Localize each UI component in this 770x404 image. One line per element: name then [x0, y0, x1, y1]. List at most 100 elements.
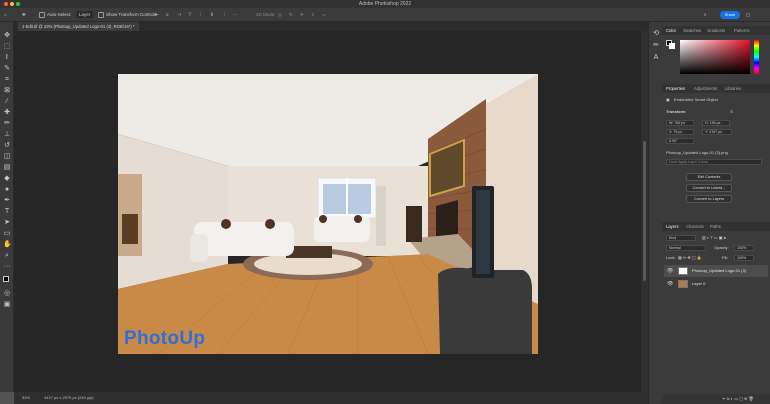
hand-tool-icon[interactable]: ✋ — [3, 241, 12, 249]
show-transform-checkbox[interactable] — [98, 12, 104, 18]
type-tool-icon[interactable]: T — [3, 208, 11, 216]
workspace-icon[interactable]: ▢ — [746, 11, 750, 18]
lasso-tool-icon[interactable]: ℓ — [3, 54, 11, 62]
3d-scale-icon[interactable]: ▭ — [322, 11, 326, 18]
history-brush-tool-icon[interactable]: ↺ — [3, 142, 11, 150]
3d-slide-icon[interactable]: ⇕ — [311, 11, 315, 18]
align-center-icon[interactable]: ≡ — [166, 11, 169, 18]
layer-row[interactable]: 👁 Photoup_Updated Logo-01 (3) — [664, 265, 768, 277]
frame-tool-icon[interactable]: ⊠ — [3, 87, 11, 95]
photoup-watermark[interactable]: PhotoUp — [124, 328, 205, 350]
zoom-tool-icon[interactable]: ⌕ — [3, 252, 11, 260]
rectangle-tool-icon[interactable]: ▭ — [3, 230, 11, 238]
tab-channels[interactable]: Channels — [686, 222, 704, 231]
visibility-eye-icon[interactable]: 👁 — [667, 268, 673, 274]
screen-mode-icon[interactable]: ▣ — [3, 301, 11, 309]
tab-gradients[interactable]: Gradients — [707, 26, 725, 35]
background-color-chip[interactable] — [669, 43, 675, 49]
blur-tool-icon[interactable]: ◆ — [3, 175, 11, 183]
tab-properties[interactable]: Properties — [666, 84, 685, 93]
align-left-icon[interactable]: ⊢ — [155, 11, 159, 18]
tab-patterns[interactable]: Patterns — [734, 26, 750, 35]
3d-roll-icon[interactable]: ↻ — [289, 11, 293, 18]
crop-tool-icon[interactable]: ⌗ — [3, 76, 11, 84]
path-select-tool-icon[interactable]: ➤ — [3, 219, 11, 227]
lock-label: Lock: — [666, 255, 676, 260]
tools-panel: ✥ ⬚ ℓ ✎ ⌗ ⊠ ⁄ ✚ ✏ ⊥ ↺ ◫ ▤ ◆ ● ✒ T ➤ ▭ ✋ … — [0, 22, 14, 392]
quick-mask-icon[interactable]: ◎ — [3, 290, 11, 298]
y-field[interactable]: Y: 2767 px — [702, 129, 732, 135]
distribute-vertical-icon[interactable]: ⫴ — [211, 11, 213, 18]
edit-contents-button[interactable]: Edit Contents — [686, 173, 732, 181]
eraser-tool-icon[interactable]: ◫ — [3, 153, 11, 161]
layer-name: Layer 0 — [692, 281, 706, 286]
zoom-level[interactable]: 33% — [22, 395, 30, 400]
title-bar: Adobe Photoshop 2022 — [0, 0, 770, 8]
tab-swatches[interactable]: Swatches — [683, 26, 701, 35]
document-image[interactable]: PhotoUp — [118, 74, 538, 354]
lock-icons[interactable]: ▦ ✏ ✥ ▢ 🔒 — [678, 255, 702, 261]
brush-settings-icon[interactable]: ✏ — [652, 42, 660, 50]
layer-row[interactable]: 👁 Layer 0 — [664, 278, 768, 290]
height-field[interactable]: H: 190 px — [702, 120, 730, 126]
layer-thumbnail — [678, 267, 688, 275]
character-icon[interactable]: A — [652, 54, 660, 62]
convert-to-layers-button[interactable]: Convert to Layers — [686, 195, 732, 203]
align-right-icon[interactable]: ⊣ — [177, 11, 181, 18]
layers-footer-icons[interactable]: ⚭ fx ◐ ▭ ▢ ⊕ 🗑 — [722, 396, 754, 402]
3d-pan-icon[interactable]: ✣ — [300, 11, 304, 18]
pen-tool-icon[interactable]: ✒ — [3, 197, 11, 205]
share-button[interactable]: Share — [720, 11, 740, 19]
properties-panel-tabs: Properties Adjustments Libraries — [662, 84, 770, 93]
brush-tool-icon[interactable]: ✏ — [3, 120, 11, 128]
angle-field[interactable]: 0.00° — [666, 138, 694, 144]
clone-stamp-tool-icon[interactable]: ⊥ — [3, 131, 11, 139]
fill-field[interactable]: 100% — [734, 255, 754, 261]
home-icon[interactable]: ⌂ — [4, 11, 7, 18]
dodge-tool-icon[interactable]: ● — [3, 186, 11, 194]
vertical-scroll-thumb[interactable] — [643, 141, 646, 281]
layer-comp-select[interactable]: Don't Apply Layer Comp — [666, 159, 762, 165]
auto-select-checkbox[interactable] — [39, 12, 45, 18]
distribute-horizontal-icon[interactable]: ⋮ — [222, 11, 227, 18]
tab-paths[interactable]: Paths — [710, 222, 721, 231]
right-panels: Color Swatches Gradients Patterns Proper… — [662, 22, 770, 404]
layer-filter-kind[interactable]: Kind — [666, 235, 696, 241]
align-top-icon[interactable]: ⊤ — [188, 11, 192, 18]
width-field[interactable]: W: 769 px — [666, 120, 694, 126]
distribute-icon[interactable]: ⫶ — [200, 11, 201, 18]
status-bar: 33% 4417 px x 2975 px (240 ppi) — [14, 392, 648, 404]
move-tool-icon[interactable]: ✥ — [3, 32, 11, 40]
eyedropper-tool-icon[interactable]: ⁄ — [3, 98, 11, 106]
color-picker-field[interactable] — [680, 40, 750, 74]
marquee-tool-icon[interactable]: ⬚ — [3, 43, 11, 51]
search-icon[interactable]: ⌕ — [704, 11, 707, 18]
quick-select-tool-icon[interactable]: ✎ — [3, 65, 11, 73]
opacity-field[interactable]: 100% — [734, 245, 754, 251]
smart-object-icon: ▣ — [666, 97, 670, 102]
gradient-tool-icon[interactable]: ▤ — [3, 164, 11, 172]
history-icon[interactable]: ⟲ — [652, 30, 660, 38]
link-transform-icon[interactable]: ⊙ — [730, 109, 733, 115]
foreground-color-swatch[interactable] — [3, 276, 9, 282]
tab-libraries[interactable]: Libraries — [725, 84, 741, 93]
move-tool-icon[interactable]: ✥ — [22, 11, 26, 18]
fill-label: Fill: — [722, 255, 729, 260]
more-tools-icon[interactable]: ··· — [3, 263, 11, 271]
visibility-eye-icon[interactable]: 👁 — [667, 281, 673, 287]
3d-orbit-icon[interactable]: ◎ — [278, 11, 282, 18]
tab-adjustments[interactable]: Adjustments — [694, 84, 717, 93]
document-tab[interactable]: 1-Edit.tif @ 33% (Photoup_Updated Logo-0… — [18, 22, 139, 31]
healing-brush-tool-icon[interactable]: ✚ — [3, 109, 11, 117]
x-field[interactable]: X: 75 px — [666, 129, 694, 135]
convert-to-linked-button[interactable]: Convert to Linked... — [686, 184, 732, 192]
tab-color[interactable]: Color — [666, 26, 676, 35]
object-type-label: Embedded Smart Object — [674, 97, 718, 102]
tab-layers[interactable]: Layers — [666, 222, 679, 231]
layer-filter-icons[interactable]: ▧ ◐ T ▭ ▣ ● — [702, 235, 726, 241]
vertical-scrollbar[interactable] — [641, 31, 648, 392]
more-options-icon[interactable]: ··· — [233, 11, 238, 18]
auto-select-dropdown[interactable]: Layer — [76, 11, 94, 18]
hue-slider[interactable] — [754, 40, 759, 74]
blend-mode-select[interactable]: Normal — [666, 245, 706, 251]
